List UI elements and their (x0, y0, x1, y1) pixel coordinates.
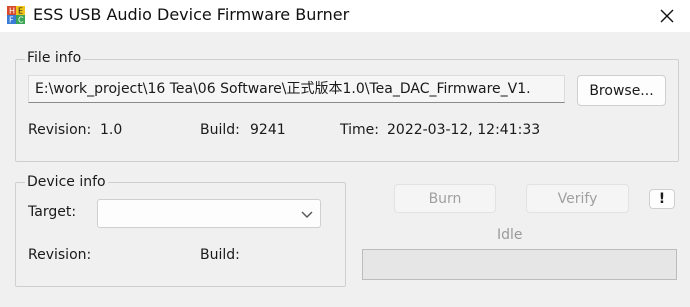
verify-button[interactable]: Verify (526, 184, 629, 213)
file-revision-label: Revision: (28, 122, 92, 138)
device-build-label: Build: (200, 247, 240, 263)
close-button[interactable] (644, 0, 690, 32)
file-info-label: File info (25, 50, 84, 66)
file-time-value: 2022-03-12, 12:41:33 (387, 122, 541, 138)
chevron-down-icon (301, 211, 313, 218)
file-build-label: Build: (200, 122, 240, 138)
target-select[interactable] (97, 199, 321, 228)
progress-bar (362, 249, 677, 280)
file-revision-value: 1.0 (100, 122, 123, 138)
svg-text:C: C (18, 16, 24, 25)
file-time-label: Time: (340, 122, 379, 138)
svg-text:E: E (18, 7, 23, 16)
target-label: Target: (28, 204, 77, 220)
close-icon (660, 9, 674, 23)
burn-button[interactable]: Burn (394, 184, 496, 213)
svg-text:F: F (9, 16, 14, 25)
title-bar: H E F C ESS USB Audio Device Firmware Bu… (0, 0, 690, 32)
device-revision-label: Revision: (28, 247, 92, 263)
browse-button[interactable]: Browse... (577, 75, 666, 106)
status-text: Idle (497, 227, 523, 243)
firmware-chip-icon: H E F C (7, 6, 25, 25)
device-info-group (15, 182, 346, 287)
window-title: ESS USB Audio Device Firmware Burner (33, 5, 350, 24)
file-path-field[interactable]: E:\work_project\16 Tea\06 Software\正式版本1… (28, 75, 565, 103)
alert-button[interactable]: ! (649, 189, 675, 209)
file-build-value: 9241 (250, 122, 286, 138)
device-info-label: Device info (25, 174, 108, 190)
svg-text:H: H (9, 7, 15, 16)
